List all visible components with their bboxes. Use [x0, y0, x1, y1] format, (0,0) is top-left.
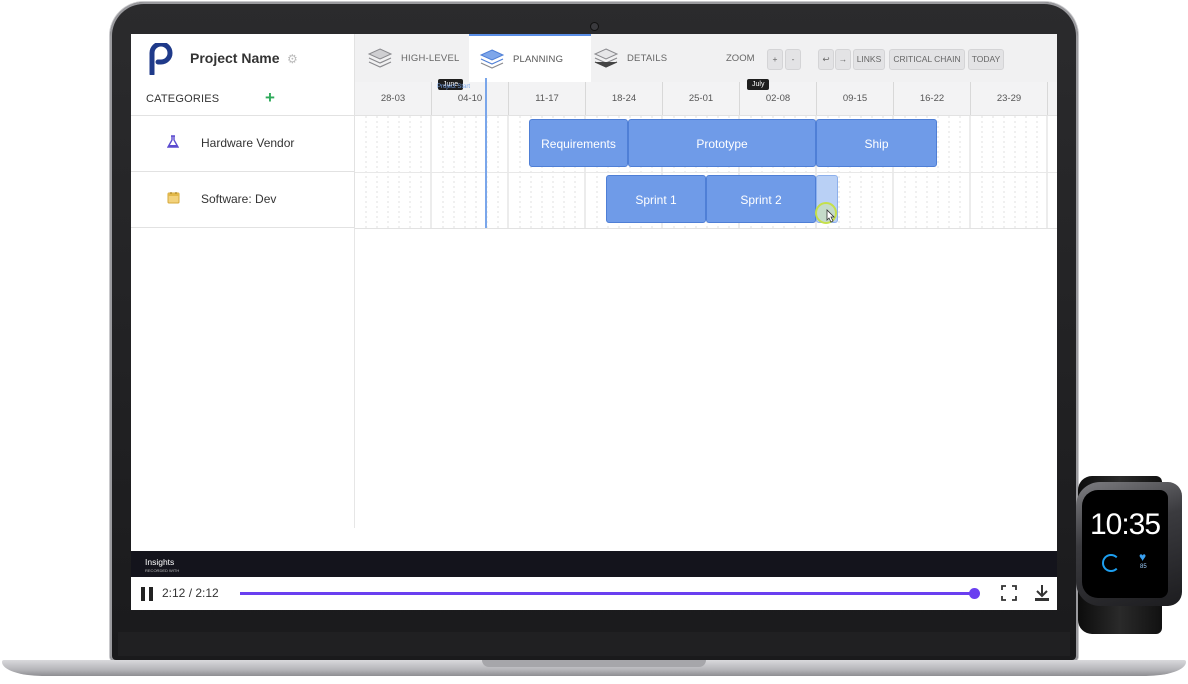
fullscreen-icon[interactable] [1001, 585, 1017, 601]
insights-label: Insights [145, 557, 175, 567]
video-controls: 2:12 / 2:12 [131, 577, 1057, 610]
tab-high-level[interactable]: HIGH-LEVEL [367, 34, 460, 82]
calendar-icon [167, 192, 180, 204]
zoom-out-button[interactable]: - [785, 49, 801, 70]
today-line [485, 78, 487, 228]
progress-knob[interactable] [969, 588, 980, 599]
task-bar-ship[interactable]: Ship [816, 119, 937, 167]
category-name: Software: Dev [201, 192, 277, 206]
app-logo-icon[interactable] [149, 43, 175, 75]
row-divider [355, 172, 1057, 173]
settings-gear-icon[interactable]: ⚙ [287, 52, 298, 66]
zoom-in-button[interactable]: + [767, 49, 783, 70]
redo-button[interactable]: → [835, 49, 851, 70]
playback-time: 2:12 / 2:12 [162, 586, 219, 600]
category-row-software-dev[interactable]: Software: Dev [131, 172, 355, 228]
task-bar-sprint-1[interactable]: Sprint 1 [606, 175, 706, 223]
panel-divider [354, 228, 355, 528]
heart-icon: ♥ [1139, 550, 1147, 564]
app-screen: Project Name ⚙ HIGH-LEVEL PLANNING DETAI… [131, 34, 1057, 610]
add-category-icon[interactable]: + [265, 88, 275, 108]
pause-icon[interactable] [141, 587, 153, 601]
week-cell: 09-15 [817, 82, 894, 115]
week-cell: 28-03 [355, 82, 432, 115]
month-badge-july: July [747, 79, 770, 90]
category-row-hardware-vendor[interactable]: Hardware Vendor [131, 116, 355, 172]
tab-planning-label: PLANNING [513, 53, 564, 65]
week-cell: 18-24 [586, 82, 663, 115]
task-bar-sprint-2[interactable]: Sprint 2 [706, 175, 816, 223]
week-cell: 23-29 [971, 82, 1048, 115]
today-button[interactable]: TODAY [968, 49, 1004, 70]
tab-details-label: DETAILS [627, 52, 668, 64]
download-icon[interactable] [1033, 584, 1051, 602]
undo-button[interactable]: ↩ [818, 49, 834, 70]
zoom-label: ZOOM [726, 53, 755, 64]
tab-details[interactable]: DETAILS [593, 34, 667, 82]
top-bar: Project Name ⚙ HIGH-LEVEL PLANNING DETAI… [131, 34, 1057, 83]
layers-icon [367, 48, 393, 68]
brand-area: Project Name ⚙ [131, 34, 355, 82]
categories-header: CATEGORIES + [131, 82, 355, 116]
progress-track[interactable] [240, 588, 980, 599]
activity-ring-icon [1102, 554, 1120, 572]
flask-icon [167, 135, 179, 148]
categories-label: CATEGORIES [146, 93, 220, 105]
links-button[interactable]: LINKS [853, 49, 885, 70]
camera [591, 23, 598, 30]
laptop-base-notch [482, 660, 706, 667]
watch-face: 10:35 ♥ 85 [1082, 490, 1168, 598]
insights-sub: RECORDED WITH [145, 568, 180, 573]
project-name[interactable]: Project Name [190, 50, 279, 66]
week-cell: 16-22 [894, 82, 971, 115]
cursor-pointer-icon [815, 202, 837, 224]
category-name: Hardware Vendor [201, 136, 295, 150]
tab-high-level-label: HIGH-LEVEL [401, 52, 460, 64]
tab-planning[interactable]: PLANNING [469, 34, 591, 82]
layers-icon [593, 48, 619, 68]
watch-time: 10:35 [1089, 508, 1161, 541]
laptop-chin [118, 632, 1070, 656]
critical-chain-button[interactable]: CRITICAL CHAIN [889, 49, 965, 70]
progress-fill [240, 592, 974, 595]
layers-icon [479, 49, 505, 69]
task-bar-prototype[interactable]: Prototype [628, 119, 816, 167]
today-marker-label: Project Start [437, 84, 471, 90]
week-cell: 25-01 [663, 82, 740, 115]
heart-rate: 85 [1140, 564, 1147, 570]
week-cell: 11-17 [509, 82, 586, 115]
insights-bar: Insights RECORDED WITH [131, 551, 1057, 577]
task-bar-requirements[interactable]: Requirements [529, 119, 628, 167]
